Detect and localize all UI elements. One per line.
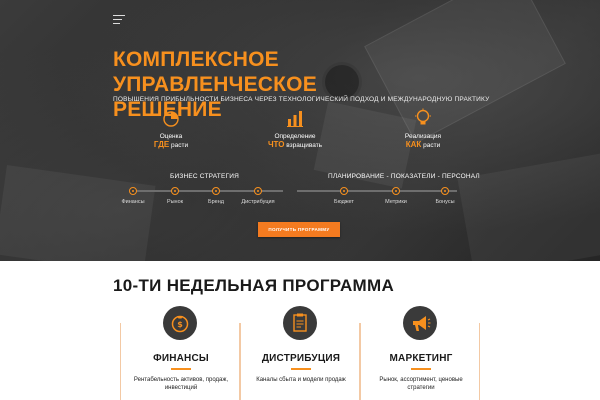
feature-assess-accent: ГДЕ xyxy=(153,140,170,149)
group-label-strategy: БИЗНЕС СТРАТЕГИЯ xyxy=(170,173,239,180)
megaphone-icon xyxy=(403,306,437,340)
step-label[interactable]: Дистрибуция xyxy=(228,199,288,205)
timeline-dot[interactable] xyxy=(340,187,348,195)
hero-section: КОМПЛЕКСНОЕ УПРАВЛЕНЧЕСКОЕ РЕШЕНИЕ ПОВЫШ… xyxy=(0,0,600,261)
program-title: 10-ТИ НЕДЕЛЬНАЯ ПРОГРАММА xyxy=(113,276,395,295)
feature-define-label: Определение xyxy=(274,133,316,140)
timeline-dot[interactable] xyxy=(254,187,262,195)
feature-assess-rest: расти xyxy=(169,142,189,149)
card-description: Рынок, ассортимент, ценовые стратегии xyxy=(379,377,463,391)
feature-implement-accent: КАК xyxy=(405,140,422,149)
feature-assess: Оценка ГДЕ расти xyxy=(126,108,216,150)
background-papers xyxy=(0,164,156,261)
card-divider xyxy=(411,368,431,370)
step-label[interactable]: Бонусы xyxy=(415,199,475,205)
pie-chart-icon xyxy=(163,111,179,127)
feature-implement-rest: расти xyxy=(421,142,441,149)
feature-assess-label: Оценка xyxy=(159,133,183,140)
timeline-dot[interactable] xyxy=(441,187,449,195)
money-bag-icon: $ xyxy=(163,306,197,340)
feature-implement-label: Реализация xyxy=(404,133,442,140)
timeline-dot[interactable] xyxy=(171,187,179,195)
hero-subtitle: ПОВЫШЕНИЯ ПРИБЫЛЬНОСТИ БИЗНЕСА ЧЕРЕЗ ТЕХ… xyxy=(113,96,490,103)
hamburger-menu-icon[interactable] xyxy=(113,15,125,24)
card-divider xyxy=(171,368,191,370)
card-description: Каналы сбыта и модели продаж xyxy=(256,377,346,383)
lightbulb-icon xyxy=(415,108,431,125)
card-title: МАРКЕТИНГ xyxy=(389,353,453,364)
get-program-button[interactable]: ПОЛУЧИТЬ ПРОГРАММУ xyxy=(258,222,340,237)
svg-text:$: $ xyxy=(177,320,183,329)
timeline-dot[interactable] xyxy=(129,187,137,195)
timeline-planning xyxy=(297,190,457,192)
step-label[interactable]: Бюджет xyxy=(314,199,374,205)
card-divider xyxy=(291,368,311,370)
card-description: Рентабельность активов, продаж, инвестиц… xyxy=(133,377,229,391)
timeline-dot[interactable] xyxy=(392,187,400,195)
timeline-dot[interactable] xyxy=(212,187,220,195)
clipboard-icon xyxy=(283,306,317,340)
card-title: ФИНАНСЫ xyxy=(153,353,209,364)
bar-chart-icon xyxy=(287,111,303,127)
group-label-planning: ПЛАНИРОВАНИЕ - ПОКАЗАТЕЛИ - ПЕРСОНАЛ xyxy=(328,173,480,180)
feature-define-accent: ЧТО xyxy=(267,140,285,149)
feature-define-rest: взращивать xyxy=(284,142,323,149)
feature-implement: Реализация КАК расти xyxy=(378,108,468,150)
card-title: ДИСТРИБУЦИЯ xyxy=(261,353,341,364)
feature-define: Определение ЧТО взращивать xyxy=(250,108,340,150)
background-notebook xyxy=(457,152,600,261)
